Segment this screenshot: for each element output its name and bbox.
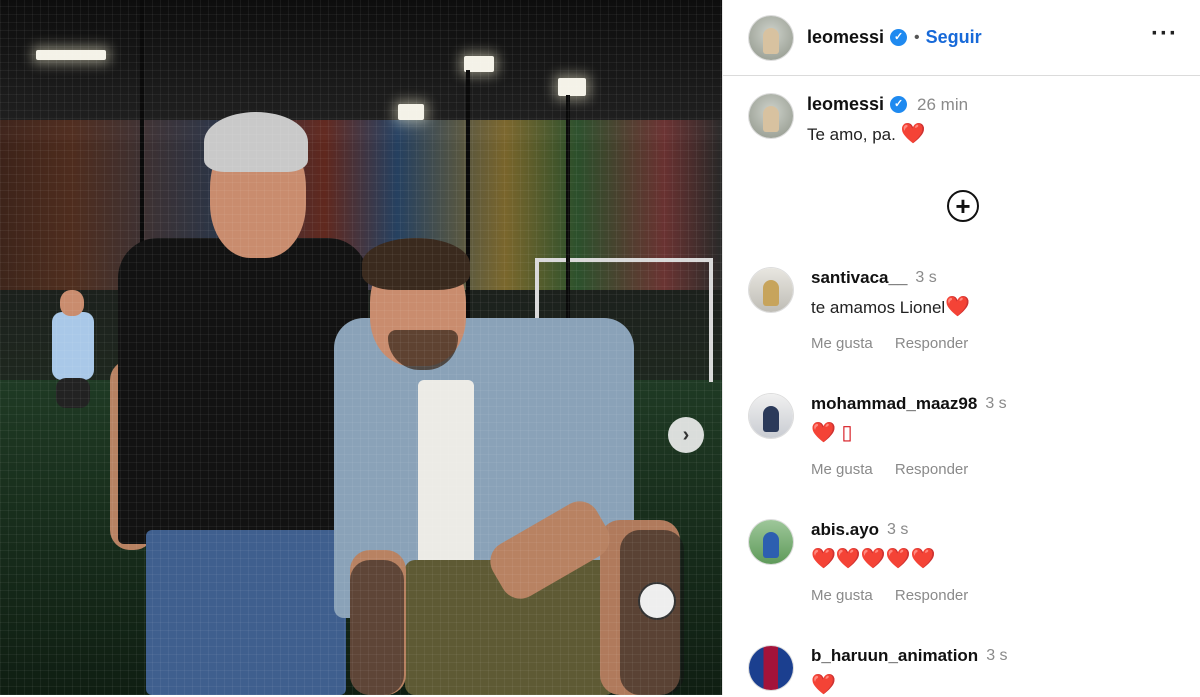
- plus-circle-icon: +: [955, 191, 971, 221]
- chevron-right-icon: ›: [682, 423, 690, 446]
- verified-icon: ✓: [890, 29, 908, 46]
- like-comment-button[interactable]: Me gusta: [811, 335, 873, 352]
- comment-item: abis.ayo 3 s ❤️❤️❤️❤️❤️ Me gusta Respond…: [749, 520, 968, 604]
- avatar[interactable]: [749, 520, 793, 564]
- comment-item: b_haruun_animation 3 s ❤️: [749, 646, 1008, 697]
- heart-icon: ❤️: [811, 674, 836, 696]
- comment-time: 3 s: [915, 269, 937, 286]
- avatar[interactable]: [749, 646, 793, 690]
- verified-icon: ✓: [890, 96, 908, 113]
- comment-username[interactable]: abis.ayo: [811, 520, 879, 540]
- caption-text: Te amo, pa.: [807, 125, 896, 144]
- comment-item: mohammad_maaz98 3 s ❤️ ▯ Me gusta Respon…: [749, 394, 1007, 478]
- avatar[interactable]: [749, 394, 793, 438]
- reply-comment-button[interactable]: Responder: [895, 335, 968, 352]
- heart-icon: ❤️: [900, 123, 926, 145]
- caption-time: 26 min: [917, 94, 969, 114]
- caption-username[interactable]: leomessi: [807, 94, 884, 115]
- load-more-comments-button[interactable]: +: [947, 190, 979, 222]
- follow-button[interactable]: Seguir: [926, 27, 982, 48]
- avatar[interactable]: [749, 15, 793, 60]
- post-caption: leomessi ✓ 26 min Te amo, pa. ❤️: [749, 94, 968, 146]
- post-image: ›: [0, 0, 722, 695]
- post-header: leomessi ✓ • Seguir ···: [723, 0, 1200, 76]
- comment-time: 3 s: [985, 395, 1007, 412]
- comment-username[interactable]: mohammad_maaz98: [811, 394, 977, 414]
- separator-dot: •: [914, 28, 920, 46]
- heart-icon: ❤️❤️❤️❤️❤️: [811, 548, 936, 570]
- reply-comment-button[interactable]: Responder: [895, 587, 968, 604]
- heart-icon: ❤️ ▯: [811, 422, 853, 444]
- post-panel: leomessi ✓ • Seguir ··· leomessi ✓ 26 mi…: [722, 0, 1200, 697]
- reply-comment-button[interactable]: Responder: [895, 461, 968, 478]
- avatar[interactable]: [749, 268, 793, 312]
- avatar[interactable]: [749, 94, 793, 138]
- comment-username[interactable]: b_haruun_animation: [811, 646, 978, 666]
- next-photo-button[interactable]: ›: [668, 417, 704, 453]
- comment-time: 3 s: [986, 647, 1008, 664]
- comment-text: te amamos Lionel: [811, 298, 946, 317]
- like-comment-button[interactable]: Me gusta: [811, 587, 873, 604]
- like-comment-button[interactable]: Me gusta: [811, 461, 873, 478]
- more-options-icon[interactable]: ···: [1151, 20, 1178, 48]
- heart-icon: ❤️: [945, 296, 971, 318]
- comment-item: santivaca__ 3 s te amamos Lionel❤️ Me gu…: [749, 268, 970, 352]
- comment-username[interactable]: santivaca__: [811, 268, 907, 288]
- comment-time: 3 s: [887, 521, 909, 538]
- net-overlay: [0, 0, 722, 695]
- header-username[interactable]: leomessi: [807, 27, 884, 48]
